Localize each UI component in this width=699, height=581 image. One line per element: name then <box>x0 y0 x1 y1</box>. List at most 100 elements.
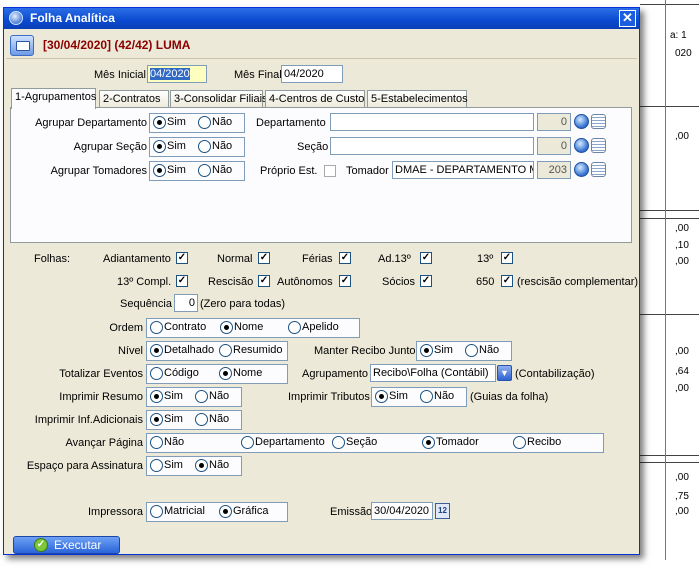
execute-label: Executar <box>54 538 102 552</box>
ordem-apelido-radio[interactable] <box>288 321 301 334</box>
section-search-icon[interactable] <box>574 138 589 153</box>
section-name-input[interactable] <box>330 137 534 155</box>
group-section-nao-radio[interactable] <box>198 140 211 153</box>
dept-list-icon[interactable] <box>591 114 606 129</box>
avancar-departamento-radio[interactable] <box>241 436 254 449</box>
group-tomadores-nao-radio[interactable] <box>198 164 211 177</box>
imprimir-inf-sim-radio[interactable] <box>150 413 163 426</box>
close-button[interactable]: ✕ <box>619 10 636 27</box>
totalizar-nome-radio[interactable] <box>219 367 232 380</box>
group-section-label: Agrupar Seção <box>73 141 147 153</box>
section-code-input[interactable]: 0 <box>537 137 571 155</box>
tab-estabelecimentos[interactable]: 5-Estabelecimentos <box>367 90 468 108</box>
end-month-input[interactable]: 04/2020 <box>281 65 343 83</box>
folha-rescisao-checkbox[interactable]: ✓ <box>258 275 270 287</box>
folha-normal-checkbox[interactable]: ✓ <box>258 252 270 264</box>
impressora-label: Impressora <box>87 506 143 518</box>
group-dept-sim-radio[interactable] <box>153 116 166 129</box>
company-icon[interactable] <box>10 35 34 56</box>
folha-autonomos-checkbox[interactable]: ✓ <box>339 275 351 287</box>
group-dept-nao-radio[interactable] <box>198 116 211 129</box>
dept-code-input[interactable]: 0 <box>537 113 571 131</box>
avancar-tomador-radio[interactable] <box>422 436 435 449</box>
folha-socios-checkbox[interactable]: ✓ <box>420 275 432 287</box>
app-icon <box>9 11 23 25</box>
imprimir-inf-label: Imprimir Inf.Adicionais <box>34 414 143 426</box>
dept-name-input[interactable] <box>330 113 534 131</box>
tab-agrupamentos[interactable]: 1-Agrupamentos <box>11 88 96 109</box>
ordem-contrato-radio[interactable] <box>150 321 163 334</box>
radio-label: Sim <box>167 116 186 128</box>
imprimir-resumo-sim-radio[interactable] <box>150 390 163 403</box>
report-value: ,00 <box>675 256 689 267</box>
tab-panel-agrupamentos: Agrupar Departamento Sim Não Departament… <box>10 107 632 243</box>
chevron-down-icon[interactable]: ▼ <box>497 365 512 381</box>
manter-recibo-sim-radio[interactable] <box>420 344 433 357</box>
tab-contratos[interactable]: 2-Contratos <box>99 90 169 108</box>
header-bar: [30/04/2020] (42/42) LUMA <box>6 32 637 59</box>
tomador-name-input[interactable]: DMAE - DEPARTAMENTO MUI <box>392 161 534 179</box>
folha-650-note: (rescisão complementar) <box>517 276 639 288</box>
radio-label: Tomador <box>436 436 479 448</box>
report-value: ,00 <box>675 131 689 142</box>
group-section-sim-radio[interactable] <box>153 140 166 153</box>
report-value: ,00 <box>675 472 689 483</box>
espaco-sim-radio[interactable] <box>150 459 163 472</box>
radio-label: Sim <box>389 390 408 402</box>
radio-label: Não <box>209 459 230 471</box>
nivel-detalhado-radio[interactable] <box>150 344 163 357</box>
impressora-matricial-radio[interactable] <box>150 505 163 518</box>
start-month-input[interactable]: 04/2020 <box>147 65 207 83</box>
nivel-radio-group: Detalhado Resumido <box>146 341 288 361</box>
group-tomadores-sim-radio[interactable] <box>153 164 166 177</box>
ordem-nome-radio[interactable] <box>220 321 233 334</box>
impressora-radio-group: Matricial Gráfica <box>146 502 288 522</box>
tomador-code-input[interactable]: 203 <box>537 161 571 179</box>
radio-label: Não <box>209 413 230 425</box>
manter-recibo-label: Manter Recibo Junto <box>314 345 416 357</box>
folha-13-checkbox[interactable]: ✓ <box>501 252 513 264</box>
folha-650-checkbox[interactable]: ✓ <box>501 275 513 287</box>
folha-ferias-checkbox[interactable]: ✓ <box>339 252 351 264</box>
folha-adiantamento-checkbox[interactable]: ✓ <box>176 252 188 264</box>
folha-rescisao-label: Rescisão <box>208 276 254 288</box>
imprimir-resumo-nao-radio[interactable] <box>195 390 208 403</box>
radio-label: Sim <box>167 140 186 152</box>
avancar-secao-radio[interactable] <box>332 436 345 449</box>
radio-label: Recibo <box>527 436 562 448</box>
report-value: ,00 <box>675 223 689 234</box>
imprimir-tributos-sim-radio[interactable] <box>375 390 388 403</box>
espaco-label: Espaço para Assinatura <box>26 460 143 472</box>
tab-centros-de-custo[interactable]: 4-Centros de Custo <box>265 90 365 108</box>
agrupamento-select[interactable]: Recibo\Folha (Contábil) <box>370 364 496 382</box>
folha-13compl-checkbox[interactable]: ✓ <box>176 275 188 287</box>
avancar-nao-radio[interactable] <box>150 436 163 449</box>
tomador-list-icon[interactable] <box>591 162 606 177</box>
espaco-nao-radio[interactable] <box>195 459 208 472</box>
imprimir-tributos-nao-radio[interactable] <box>420 390 433 403</box>
report-value: ,00 <box>675 346 689 357</box>
sequencia-input[interactable]: 0 <box>174 294 198 312</box>
title-bar[interactable]: Folha Analítica ✕ <box>4 8 639 29</box>
calendar-icon[interactable]: 12 <box>435 503 450 519</box>
tomador-search-icon[interactable] <box>574 162 589 177</box>
nivel-resumido-radio[interactable] <box>219 344 232 357</box>
imprimir-tributos-label: Imprimir Tributos <box>288 391 370 403</box>
imprimir-inf-nao-radio[interactable] <box>195 413 208 426</box>
radio-label: Não <box>479 344 500 356</box>
totalizar-codigo-radio[interactable] <box>150 367 163 380</box>
impressora-grafica-radio[interactable] <box>219 505 232 518</box>
avancar-recibo-radio[interactable] <box>513 436 526 449</box>
radio-label: Matricial <box>164 505 205 517</box>
manter-recibo-nao-radio[interactable] <box>465 344 478 357</box>
folha-ad13-checkbox[interactable]: ✓ <box>420 252 432 264</box>
proprio-est-checkbox[interactable] <box>324 165 336 177</box>
radio-label: Nome <box>234 321 264 333</box>
section-list-icon[interactable] <box>591 138 606 153</box>
imprimir-tributos-note: (Guias da folha) <box>470 391 549 403</box>
emissao-date-input[interactable]: 30/04/2020 <box>371 502 433 520</box>
tab-consolidar-filiais[interactable]: 3-Consolidar Filiais <box>170 90 268 108</box>
execute-button[interactable]: ✓ Executar <box>13 536 120 554</box>
dept-search-icon[interactable] <box>574 114 589 129</box>
imprimir-inf-radio-group: Sim Não <box>146 410 242 430</box>
